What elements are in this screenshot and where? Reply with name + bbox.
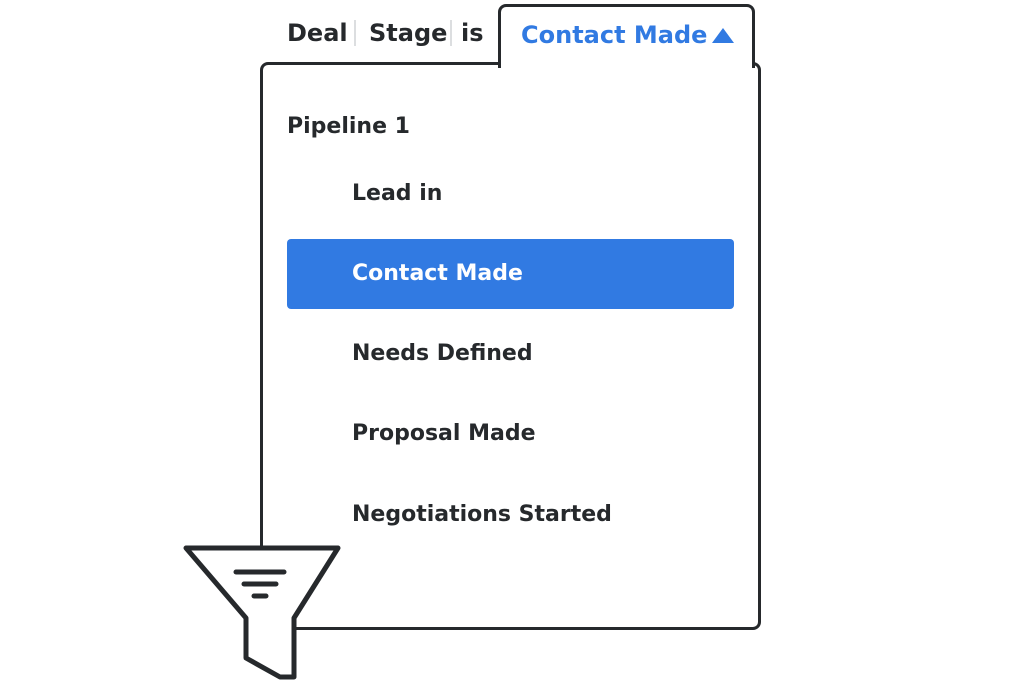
option-lead-in[interactable]: Lead in bbox=[287, 159, 734, 229]
option-label: Lead in bbox=[352, 181, 443, 206]
selected-value-label: Contact Made bbox=[521, 21, 708, 49]
option-label: Proposal Made bbox=[352, 421, 536, 446]
stage-value-dropdown-toggle[interactable]: Contact Made bbox=[498, 4, 755, 68]
option-needs-defined[interactable]: Needs Defined bbox=[287, 319, 734, 389]
caret-up-icon bbox=[712, 28, 734, 43]
filter-field-label[interactable]: Stage bbox=[369, 16, 447, 50]
separator bbox=[354, 20, 356, 46]
pipeline-group-label: Pipeline 1 bbox=[287, 114, 410, 139]
separator bbox=[450, 20, 452, 46]
option-label: Contact Made bbox=[352, 261, 523, 286]
option-label: Negotiations Started bbox=[352, 502, 612, 527]
option-negotiations-started[interactable]: Negotiations Started bbox=[287, 480, 734, 550]
option-contact-made[interactable]: Contact Made bbox=[287, 239, 734, 309]
filter-operator-label[interactable]: is bbox=[461, 16, 484, 50]
funnel-filter-icon bbox=[183, 545, 341, 680]
option-label: Needs Defined bbox=[352, 341, 533, 366]
option-proposal-made[interactable]: Proposal Made bbox=[287, 399, 734, 469]
filter-object-label[interactable]: Deal bbox=[287, 16, 348, 50]
